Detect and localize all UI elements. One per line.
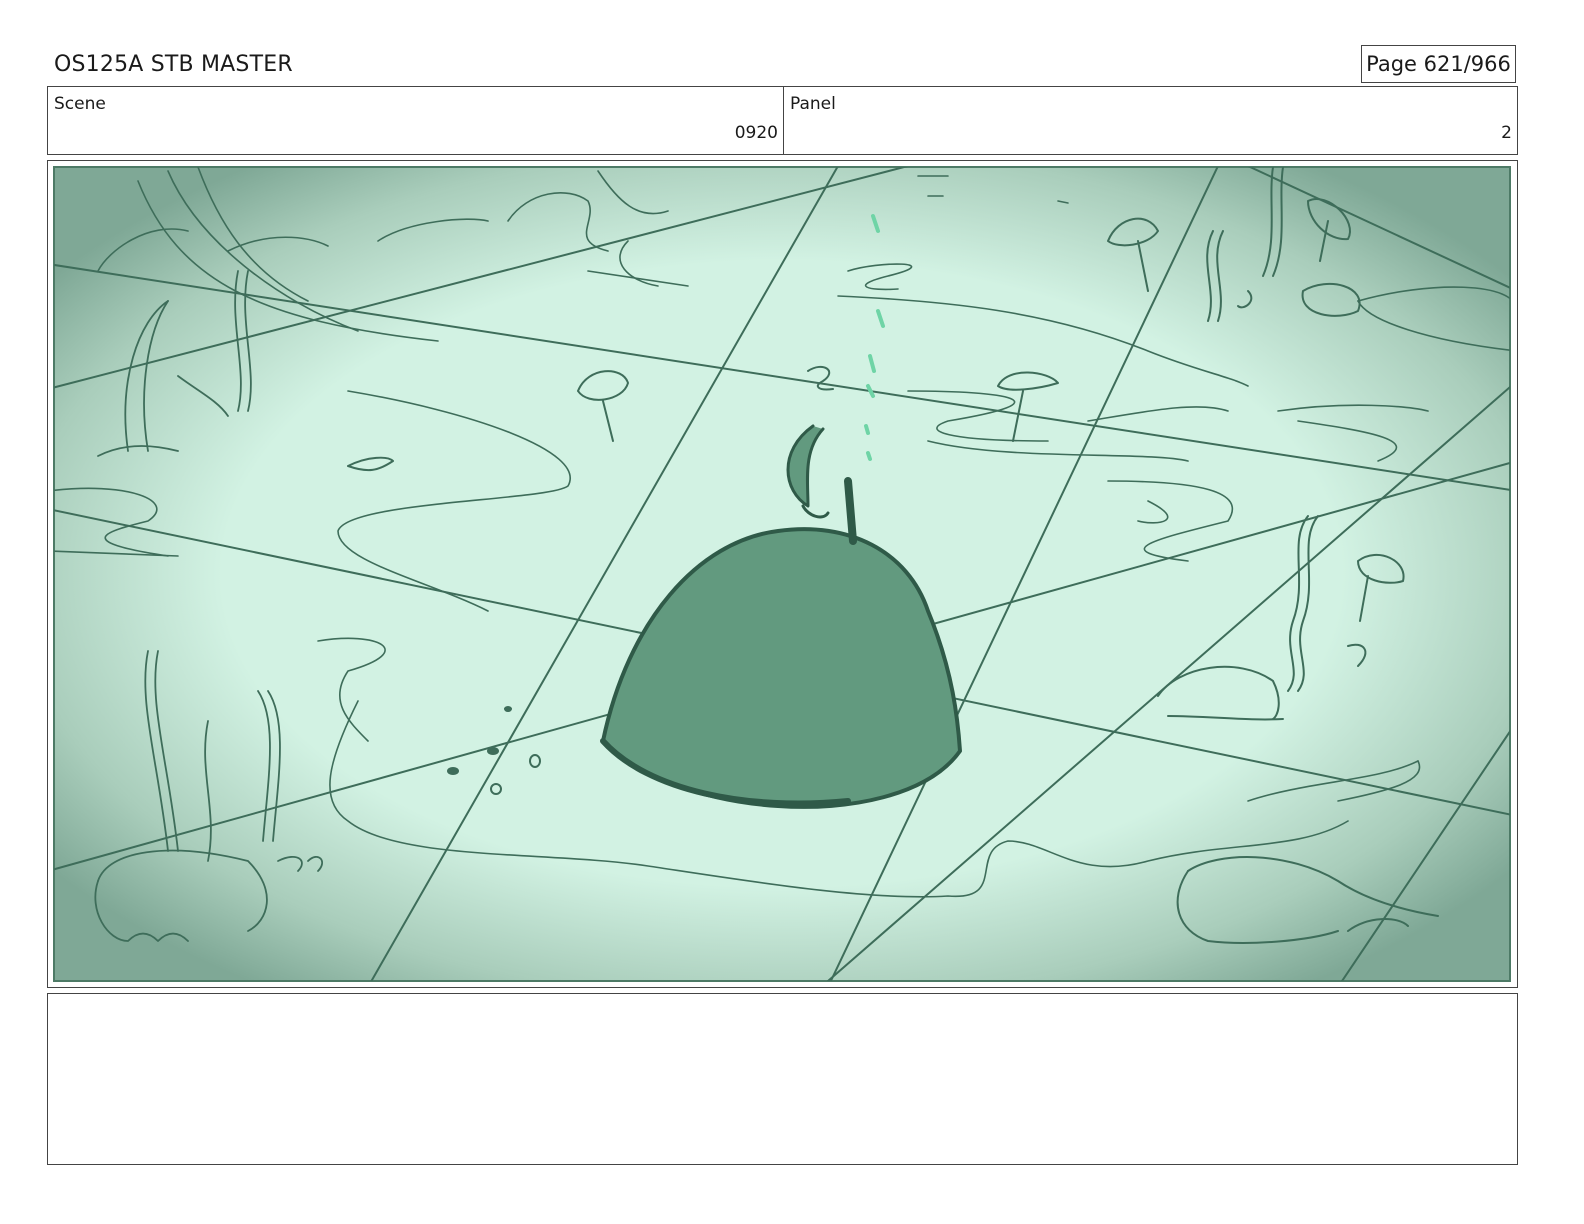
- scene-cell: Scene 0920: [48, 87, 784, 154]
- document-title: OS125A STB MASTER: [54, 52, 293, 77]
- scene-label: Scene: [54, 94, 106, 114]
- page-number: Page 621/966: [1361, 45, 1516, 83]
- storyboard-drawing: [48, 161, 1517, 987]
- storyboard-frame: [47, 160, 1518, 988]
- notes-box: [47, 993, 1518, 1165]
- scene-value: 0920: [734, 123, 778, 143]
- scene-panel-info: Scene 0920 Panel 2: [47, 86, 1518, 155]
- panel-value: 2: [1501, 123, 1512, 143]
- panel-label: Panel: [790, 94, 836, 114]
- panel-cell: Panel 2: [784, 87, 1517, 154]
